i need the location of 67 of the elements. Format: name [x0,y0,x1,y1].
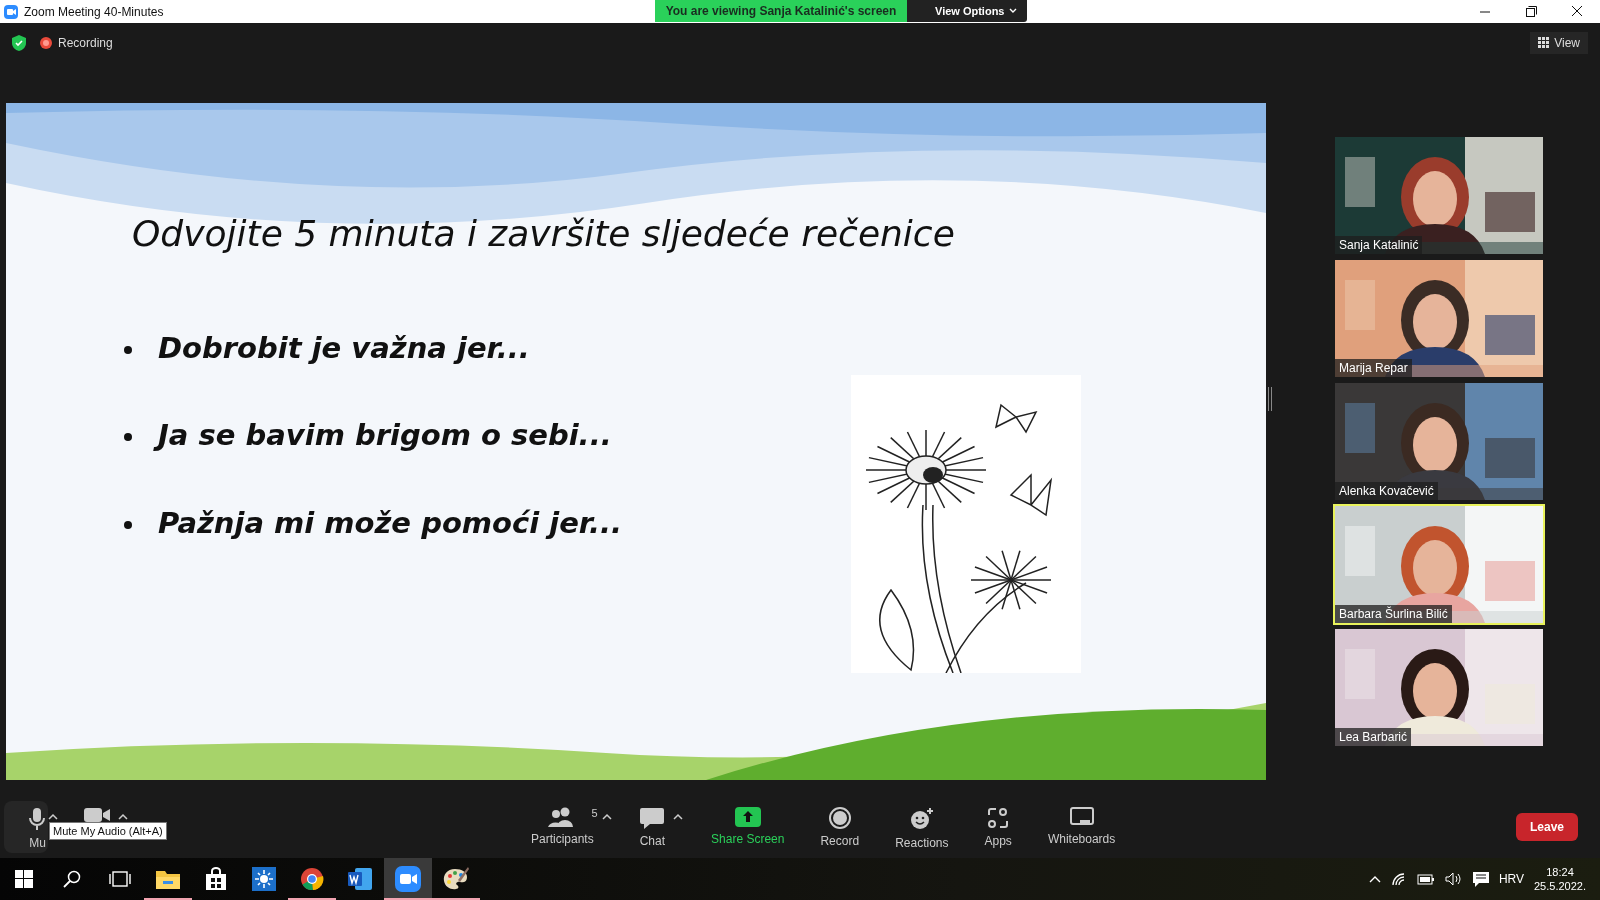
smiley-plus-icon [909,806,934,831]
resize-handle[interactable] [1268,387,1272,411]
bullet-text: Dobrobit je važna jer... [157,329,531,367]
view-button[interactable]: View [1530,31,1588,54]
bullet-icon [124,345,132,354]
participant-name: Barbara Šurlina Bilić [1335,605,1452,623]
notification-icon[interactable] [1472,871,1489,887]
participants-button[interactable]: Participants 5 [523,800,602,853]
clock[interactable]: 18:24 25.5.2022. [1534,866,1586,892]
shield-icon[interactable] [12,34,26,51]
apps-icon [987,806,1010,829]
caret-icon[interactable] [48,812,58,820]
slide-title: Odvojite 5 minuta i završite sljedeće rečenice [132,212,955,256]
video-camera-icon [84,806,110,823]
window-title: Zoom Meeting 40-Minutes [24,4,164,19]
grid-icon [1538,37,1550,48]
task-view-icon[interactable] [109,871,131,887]
reactions-button[interactable]: Reactions [887,800,957,853]
recording-label: Recording [58,35,113,50]
palette-icon[interactable] [442,866,470,892]
chat-button[interactable]: Chat [631,800,674,853]
leave-button[interactable]: Leave [1515,812,1578,841]
share-screen-icon [734,806,761,827]
apps-button[interactable]: Apps [976,800,1020,853]
record-icon [828,806,851,829]
share-button[interactable]: Share Screen [703,800,793,853]
document-icon[interactable] [347,867,373,891]
battery-icon[interactable] [1416,873,1435,885]
chevron-icon [1009,8,1018,14]
microphone-icon [28,806,46,831]
bullet-icon [124,521,132,529]
screen-share-banner: You are viewing Sanja Katalinić's screen [655,0,907,22]
mute-button[interactable]: Mu [4,800,48,853]
sun-icon[interactable] [252,867,276,891]
search-icon[interactable] [63,870,81,888]
chevron-up-icon[interactable] [1368,875,1381,883]
caret-icon[interactable] [673,812,684,820]
caret-icon[interactable] [118,812,128,820]
participant-name: Alenka Kovačević [1335,482,1438,500]
bullet-icon [124,433,132,442]
record-button[interactable]: Record [812,800,868,853]
language-indicator[interactable]: HRV [1498,872,1524,886]
tooltip: Mute My Audio (Alt+A) [49,822,167,840]
speaker-icon[interactable] [1444,872,1463,886]
folder-icon[interactable] [155,868,181,890]
participant-name: Marija Repar [1335,359,1412,377]
bullet-text: Pažnja mi može pomoći jer... [157,505,623,543]
participant-name: Lea Barbarić [1335,728,1412,746]
participant-name: Sanja Katalinić [1335,236,1423,254]
bullet-text: Ja se bavim brigom o sebi... [152,415,620,460]
shopping-bag-icon[interactable] [204,867,228,891]
video-camera-icon[interactable] [395,866,421,892]
chat-bubble-icon [640,806,665,829]
whiteboards-button[interactable]: Whiteboards [1039,800,1124,853]
video-tile[interactable]: Marija Repar [1333,258,1545,379]
tricolor-circle-icon[interactable] [300,867,324,891]
video-tile[interactable]: Sanja Katalinić [1333,135,1545,256]
whiteboard-icon [1069,806,1094,827]
video-tile[interactable]: Lea Barbarić [1333,627,1545,748]
wifi-icon[interactable] [1390,872,1407,886]
recording-dot-icon [40,36,52,49]
caret-icon[interactable] [601,812,612,820]
view-options-button[interactable]: View Options [907,0,1028,22]
windows-start-icon[interactable] [15,870,33,888]
video-camera-icon [4,4,18,19]
video-tile[interactable]: Barbara Šurlina Bilić [1333,504,1545,625]
video-tile[interactable]: Alenka Kovačević [1333,381,1545,502]
